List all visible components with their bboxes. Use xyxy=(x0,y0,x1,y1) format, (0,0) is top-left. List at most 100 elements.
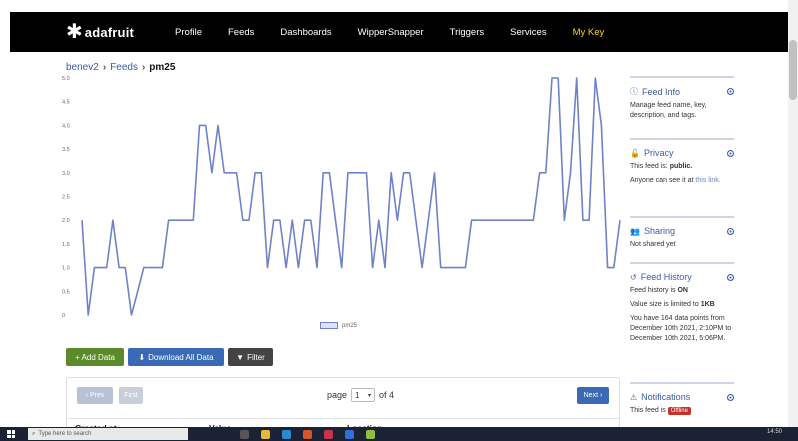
privacy-this-link[interactable]: this link. xyxy=(695,177,720,184)
feed-history-status: Feed history is ON xyxy=(630,286,734,296)
nav-item-wippersnapper[interactable]: WipperSnapper xyxy=(345,27,437,38)
unlock-icon: 🔓 xyxy=(630,148,640,158)
feed-history-status-value: ON xyxy=(677,287,688,294)
privacy-link-prefix: Anyone can see it at xyxy=(630,177,696,184)
app-icon[interactable] xyxy=(366,429,375,439)
star-logo-icon: ✱ xyxy=(66,21,83,43)
history-icon: ↺ xyxy=(630,272,637,282)
nav-item-dashboards[interactable]: Dashboards xyxy=(267,27,344,38)
feed-line-chart: 0 0.5 1.0 1.5 2.0 2.5 3.0 3.5 4.0 4.5 5.0 xyxy=(60,72,626,340)
privacy-link-text: Anyone can see it at this link. xyxy=(630,176,734,186)
next-page-button[interactable]: Next › xyxy=(577,387,609,404)
gear-icon[interactable] xyxy=(727,393,734,401)
warning-icon: ⚠ xyxy=(630,392,638,402)
nav-item-services[interactable]: Services xyxy=(497,27,559,38)
feed-history-section: ↺ Feed History Feed history is ON Value … xyxy=(630,262,734,344)
sharing-header: 👥 Sharing xyxy=(630,226,734,236)
privacy-header: 🔓 Privacy xyxy=(630,148,734,158)
offline-badge: Offline xyxy=(667,407,691,415)
privacy-section: 🔓 Privacy This feed is: public. Anyone c… xyxy=(630,138,734,186)
feed-history-size-value: 1KB xyxy=(700,301,715,308)
windows-taskbar: ⌕ Type here to search 14:50 xyxy=(0,427,798,441)
next-label: Next xyxy=(583,392,599,399)
start-button[interactable] xyxy=(0,427,22,441)
adafruit-logo[interactable]: ✱ adafruit xyxy=(66,22,134,42)
app-icon[interactable] xyxy=(345,429,354,439)
sharing-section: 👥 Sharing Not shared yet xyxy=(630,216,734,250)
y-tick-label: 2.5 xyxy=(62,195,70,201)
page-select-value: 1 xyxy=(355,390,360,400)
y-tick-label: 4.5 xyxy=(62,100,70,106)
filter-label: Filter xyxy=(247,352,265,362)
notifications-section: ⚠ Notifications This feed is Offline xyxy=(630,382,734,416)
nav-item-feeds[interactable]: Feeds xyxy=(215,27,267,38)
sharing-text: Not shared yet xyxy=(630,241,676,248)
filter-icon: ▼ xyxy=(236,352,245,362)
page-info: page 1 ▾ of 4 xyxy=(327,388,394,402)
nav-items: Profile Feeds Dashboards WipperSnapper T… xyxy=(162,27,617,38)
y-tick-label: 3.5 xyxy=(62,147,70,153)
taskbar-search[interactable]: ⌕ Type here to search xyxy=(28,428,188,440)
y-tick-label: 5.0 xyxy=(62,76,70,82)
nav-item-triggers[interactable]: Triggers xyxy=(437,27,498,38)
y-tick-label: 0 xyxy=(62,313,65,319)
chart-legend[interactable]: pm25 xyxy=(320,322,357,329)
chevron-left-icon: ‹ xyxy=(85,392,88,399)
scrollbar-thumb[interactable] xyxy=(789,40,797,100)
nav-item-profile[interactable]: Profile xyxy=(162,27,215,38)
search-icon: ⌕ xyxy=(32,430,36,437)
sharing-title[interactable]: Sharing xyxy=(644,226,675,236)
gear-icon[interactable] xyxy=(727,227,734,235)
prev-page-button[interactable]: ‹ Prev xyxy=(77,387,113,404)
windows-logo-icon xyxy=(7,430,15,438)
y-tick-label: 4.0 xyxy=(62,123,70,129)
feed-info-text: Manage feed name, key, description, and … xyxy=(630,102,707,119)
chart-svg: 0 0.5 1.0 1.5 2.0 2.5 3.0 3.5 4.0 4.5 5.0 xyxy=(62,76,621,319)
chevron-right-icon: › xyxy=(600,392,603,399)
page-of-label: of 4 xyxy=(379,390,395,400)
download-icon: ⬇ xyxy=(138,352,146,362)
chevron-down-icon: ▾ xyxy=(368,392,372,399)
feed-history-count: You have 164 data points from December 1… xyxy=(630,315,732,342)
page-select[interactable]: 1 ▾ xyxy=(351,388,376,402)
logo-text: adafruit xyxy=(84,24,135,40)
first-page-button[interactable]: First xyxy=(119,387,143,404)
file-explorer-icon[interactable] xyxy=(261,429,270,439)
gear-icon[interactable] xyxy=(727,149,734,157)
edge-icon[interactable] xyxy=(282,429,291,439)
gear-icon[interactable] xyxy=(727,88,734,95)
page-scrollbar[interactable] xyxy=(788,0,798,441)
nav-item-my-key[interactable]: My Key xyxy=(560,27,618,38)
privacy-status-prefix: This feed is: xyxy=(630,163,670,170)
feed-info-section: ⓘ Feed Info Manage feed name, key, descr… xyxy=(630,76,734,121)
notifications-title[interactable]: Notifications xyxy=(641,392,690,402)
feed-info-title[interactable]: Feed Info xyxy=(642,87,680,97)
gear-icon[interactable] xyxy=(727,273,734,281)
clock[interactable]: 14:50 xyxy=(767,429,782,435)
legend-swatch xyxy=(320,322,338,329)
y-tick-label: 3.0 xyxy=(62,171,70,177)
feed-history-size-prefix: Value size is limited to xyxy=(630,301,701,308)
feed-info-header: ⓘ Feed Info xyxy=(630,86,734,97)
task-view-icon[interactable] xyxy=(240,429,249,439)
y-tick-label: 1.0 xyxy=(62,266,70,272)
feed-history-status-prefix: Feed history is xyxy=(630,287,678,294)
prev-label: Prev xyxy=(89,392,105,399)
table-header-row: Created at Value Location xyxy=(67,418,619,433)
chrome-icon[interactable] xyxy=(303,429,312,439)
top-gutter xyxy=(0,0,798,8)
taskbar-search-placeholder: Type here to search xyxy=(38,431,92,437)
top-navbar: ✱ adafruit Profile Feeds Dashboards Wipp… xyxy=(10,12,788,52)
privacy-title[interactable]: Privacy xyxy=(644,148,674,158)
download-all-data-button[interactable]: ⬇ Download All Data xyxy=(128,348,224,366)
y-tick-label: 2.0 xyxy=(62,218,70,224)
feed-history-title[interactable]: Feed History xyxy=(641,272,692,282)
filter-button[interactable]: ▼ Filter xyxy=(228,348,273,366)
add-data-button[interactable]: + Add Data xyxy=(66,348,124,366)
info-icon: ⓘ xyxy=(630,87,638,96)
taskbar-apps xyxy=(240,429,375,439)
download-all-data-label: Download All Data xyxy=(148,352,214,362)
feed-history-size: Value size is limited to 1KB xyxy=(630,300,734,310)
app-icon[interactable] xyxy=(324,429,333,439)
notifications-status: This feed is Offline xyxy=(630,406,734,416)
